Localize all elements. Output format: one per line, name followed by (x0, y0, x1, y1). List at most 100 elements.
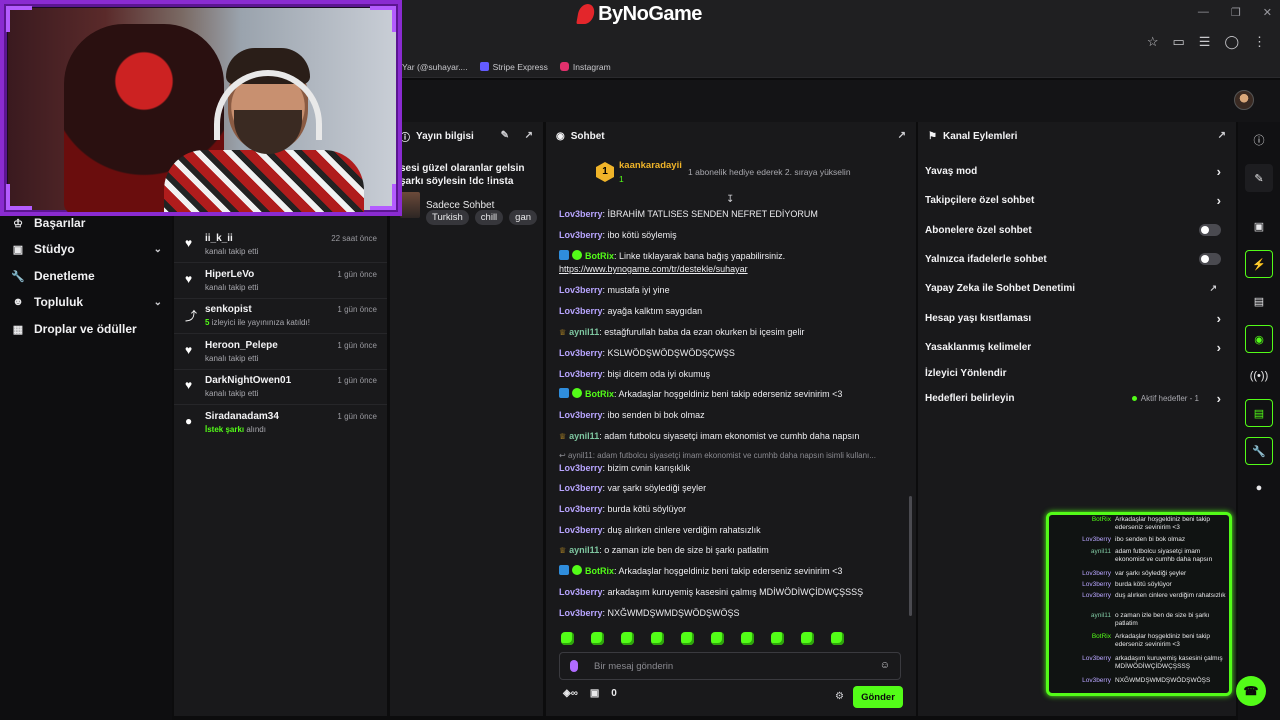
printer-icon[interactable]: ▤ (1245, 399, 1273, 427)
chat-username[interactable]: Lov3berry (559, 209, 603, 219)
tag[interactable]: gan (509, 210, 538, 225)
account-age-row[interactable]: Hesap yaşı kısıtlaması › (925, 308, 1223, 328)
activity-row[interactable]: ♥ Heroon_Pelepe kanalı takip etti 1 gün … (174, 335, 387, 370)
sidebar-item-studio[interactable]: ▣ Stüdyo ⌄ (12, 242, 162, 256)
bookmark-item[interactable]: Instagram (559, 62, 611, 72)
top-gifter-name[interactable]: kaankaradayii (619, 160, 682, 171)
chat-username[interactable]: BotRix (585, 566, 614, 576)
chat-username[interactable]: Lov3berry (559, 306, 603, 316)
chat-link[interactable]: https://www.bynogame.com/tr/destekle/suh… (559, 264, 748, 274)
panel-title: Sohbet (570, 130, 605, 142)
chat-username[interactable]: Lov3berry (559, 525, 603, 535)
chat-username[interactable]: Lov3berry (559, 463, 603, 473)
chat-username[interactable]: Lov3berry (559, 348, 603, 358)
sidebar-item-community[interactable]: ☻ Topluluk ⌄ (12, 295, 162, 309)
points-icon[interactable]: ◈∞ (563, 688, 578, 699)
chat-username[interactable]: Lov3berry (559, 410, 603, 420)
chat-username[interactable]: Lov3berry (559, 230, 603, 240)
emote-icon[interactable] (561, 632, 574, 645)
sidebar-item-moderation[interactable]: 🔧 Denetleme (11, 269, 162, 283)
lightning-icon[interactable]: ⚡ (1245, 250, 1273, 278)
site-logo[interactable]: ByNoGame (576, 3, 702, 26)
emote-icon[interactable] (831, 632, 844, 645)
media-icon[interactable]: ☰ (1199, 34, 1211, 50)
chat-scrollbar[interactable] (909, 496, 912, 616)
emotes-only-toggle[interactable] (1199, 253, 1221, 265)
chat-username[interactable]: Lov3berry (559, 369, 603, 379)
edit-icon[interactable]: ✎ (501, 130, 509, 141)
chat-text: bişi dicem oda iyi okumuş (607, 369, 711, 379)
chat-icon[interactable]: ◉ (1245, 325, 1273, 353)
expand-icon[interactable]: ↗ (1218, 130, 1226, 141)
slow-mode-row[interactable]: Yavaş mod › (925, 161, 1223, 181)
activity-username: senkopist (205, 304, 252, 315)
bookmark-item[interactable]: Stripe Express (479, 62, 548, 72)
chat-username[interactable]: Lov3berry (559, 285, 603, 295)
sidebar-item-achievements[interactable]: ♔ Başarılar (12, 216, 162, 230)
tag[interactable]: chill (474, 210, 504, 225)
activity-row[interactable]: ♥ ii_k_ii kanalı takip etti 22 saat önce (174, 228, 387, 263)
document-icon[interactable]: ▤ (1245, 287, 1273, 315)
chat-message: Lov3berry: burda kötü söylüyor (559, 504, 687, 514)
chat-username[interactable]: Lov3berry (559, 504, 603, 514)
emote-icon[interactable] (741, 632, 754, 645)
emote-icon[interactable] (801, 632, 814, 645)
broadcast-icon[interactable]: ((•)) (1245, 362, 1273, 390)
wrench-icon[interactable]: 🔧 (1245, 437, 1273, 465)
sidebar-item-label: Denetleme (34, 269, 95, 283)
microphone-icon[interactable] (570, 660, 578, 672)
info-icon[interactable]: ⓘ (1245, 126, 1273, 154)
subscribers-only-toggle[interactable] (1199, 224, 1221, 236)
followers-only-row[interactable]: Takipçilere özel sohbet › (925, 190, 1223, 210)
host-redirect-row[interactable]: İzleyici Yönlendir (925, 363, 1223, 383)
screen-capture-icon[interactable]: ▣ (1245, 212, 1273, 240)
expand-icon[interactable]: ↗ (898, 130, 906, 141)
chat-username[interactable]: aynil11 (569, 545, 599, 555)
chat-settings-icon[interactable]: ⚙ (835, 691, 844, 702)
emote-icon[interactable] (591, 632, 604, 645)
emoji-icon[interactable]: ☺ (880, 660, 890, 671)
activity-row[interactable]: ⤴ senkopist 5 izleyici ile yayınınıza ka… (174, 299, 387, 334)
user-avatar[interactable] (1234, 90, 1254, 110)
ai-moderation-row[interactable]: Yapay Zeka ile Sohbet Denetimi ↗ (925, 278, 1223, 298)
emote-icon[interactable] (681, 632, 694, 645)
expand-icon[interactable]: ↗ (525, 130, 533, 141)
stream-title: sesi güzel olaranlar gelsin şarkı söyles… (400, 162, 532, 188)
activity-description: İstek şarkı alındı (205, 425, 266, 434)
chat-username[interactable]: Lov3berry (559, 608, 603, 618)
activity-description: kanalı takip etti (205, 354, 259, 363)
bookmark-star-icon[interactable]: ☆ (1147, 34, 1159, 50)
chat-username[interactable]: BotRix (585, 251, 614, 261)
chat-input[interactable]: Bir mesaj gönderin ☺ (559, 652, 901, 680)
send-button[interactable]: Gönder (853, 686, 903, 708)
emote-icon[interactable] (771, 632, 784, 645)
extensions-icon[interactable]: ▭ (1172, 34, 1184, 50)
close-icon[interactable]: ✕ (1263, 6, 1272, 19)
minimize-icon[interactable]: — (1198, 6, 1209, 19)
banned-words-row[interactable]: Yasaklanmış kelimeler › (925, 337, 1223, 357)
emote-icon[interactable] (621, 632, 634, 645)
community-icon[interactable]: ● (1245, 474, 1273, 502)
emote-icon[interactable] (651, 632, 664, 645)
treasure-icon[interactable]: ▣ (590, 688, 599, 699)
activity-row[interactable]: ♥ HiperLeVo kanalı takip etti 1 gün önce (174, 264, 387, 299)
activity-row[interactable]: ● Siradanadam34 İstek şarkı alındı 1 gün… (174, 406, 387, 441)
chat-username[interactable]: aynil11 (569, 431, 599, 441)
bookmark-item[interactable]: Yar (@suhayar.... (402, 62, 468, 72)
profile-icon[interactable]: ◯ (1224, 34, 1239, 50)
emote-icon[interactable] (711, 632, 724, 645)
restore-icon[interactable]: ❐ (1231, 6, 1241, 19)
tag[interactable]: Turkish (426, 210, 469, 225)
chat-username[interactable]: Lov3berry (559, 587, 603, 597)
support-button[interactable]: ☎ (1236, 676, 1266, 706)
chat-username[interactable]: aynil11 (569, 327, 599, 337)
activity-row[interactable]: ♥ DarkNightOwen01 kanalı takip etti 1 gü… (174, 370, 387, 405)
chat-username[interactable]: BotRix (585, 389, 614, 399)
sidebar-item-drops[interactable]: ▦ Droplar ve ödüller (12, 322, 162, 336)
chat-username[interactable]: Lov3berry (559, 483, 603, 493)
goals-row[interactable]: Hedefleri belirleyin Aktif hedefler - 1 › (925, 388, 1223, 408)
scroll-down-icon[interactable]: ↧ (726, 194, 734, 205)
edit-icon[interactable]: ✎ (1245, 164, 1273, 192)
chat-message: Lov3berry: ibo senden bi bok olmaz (559, 410, 705, 420)
menu-icon[interactable]: ⋮ (1253, 34, 1266, 50)
